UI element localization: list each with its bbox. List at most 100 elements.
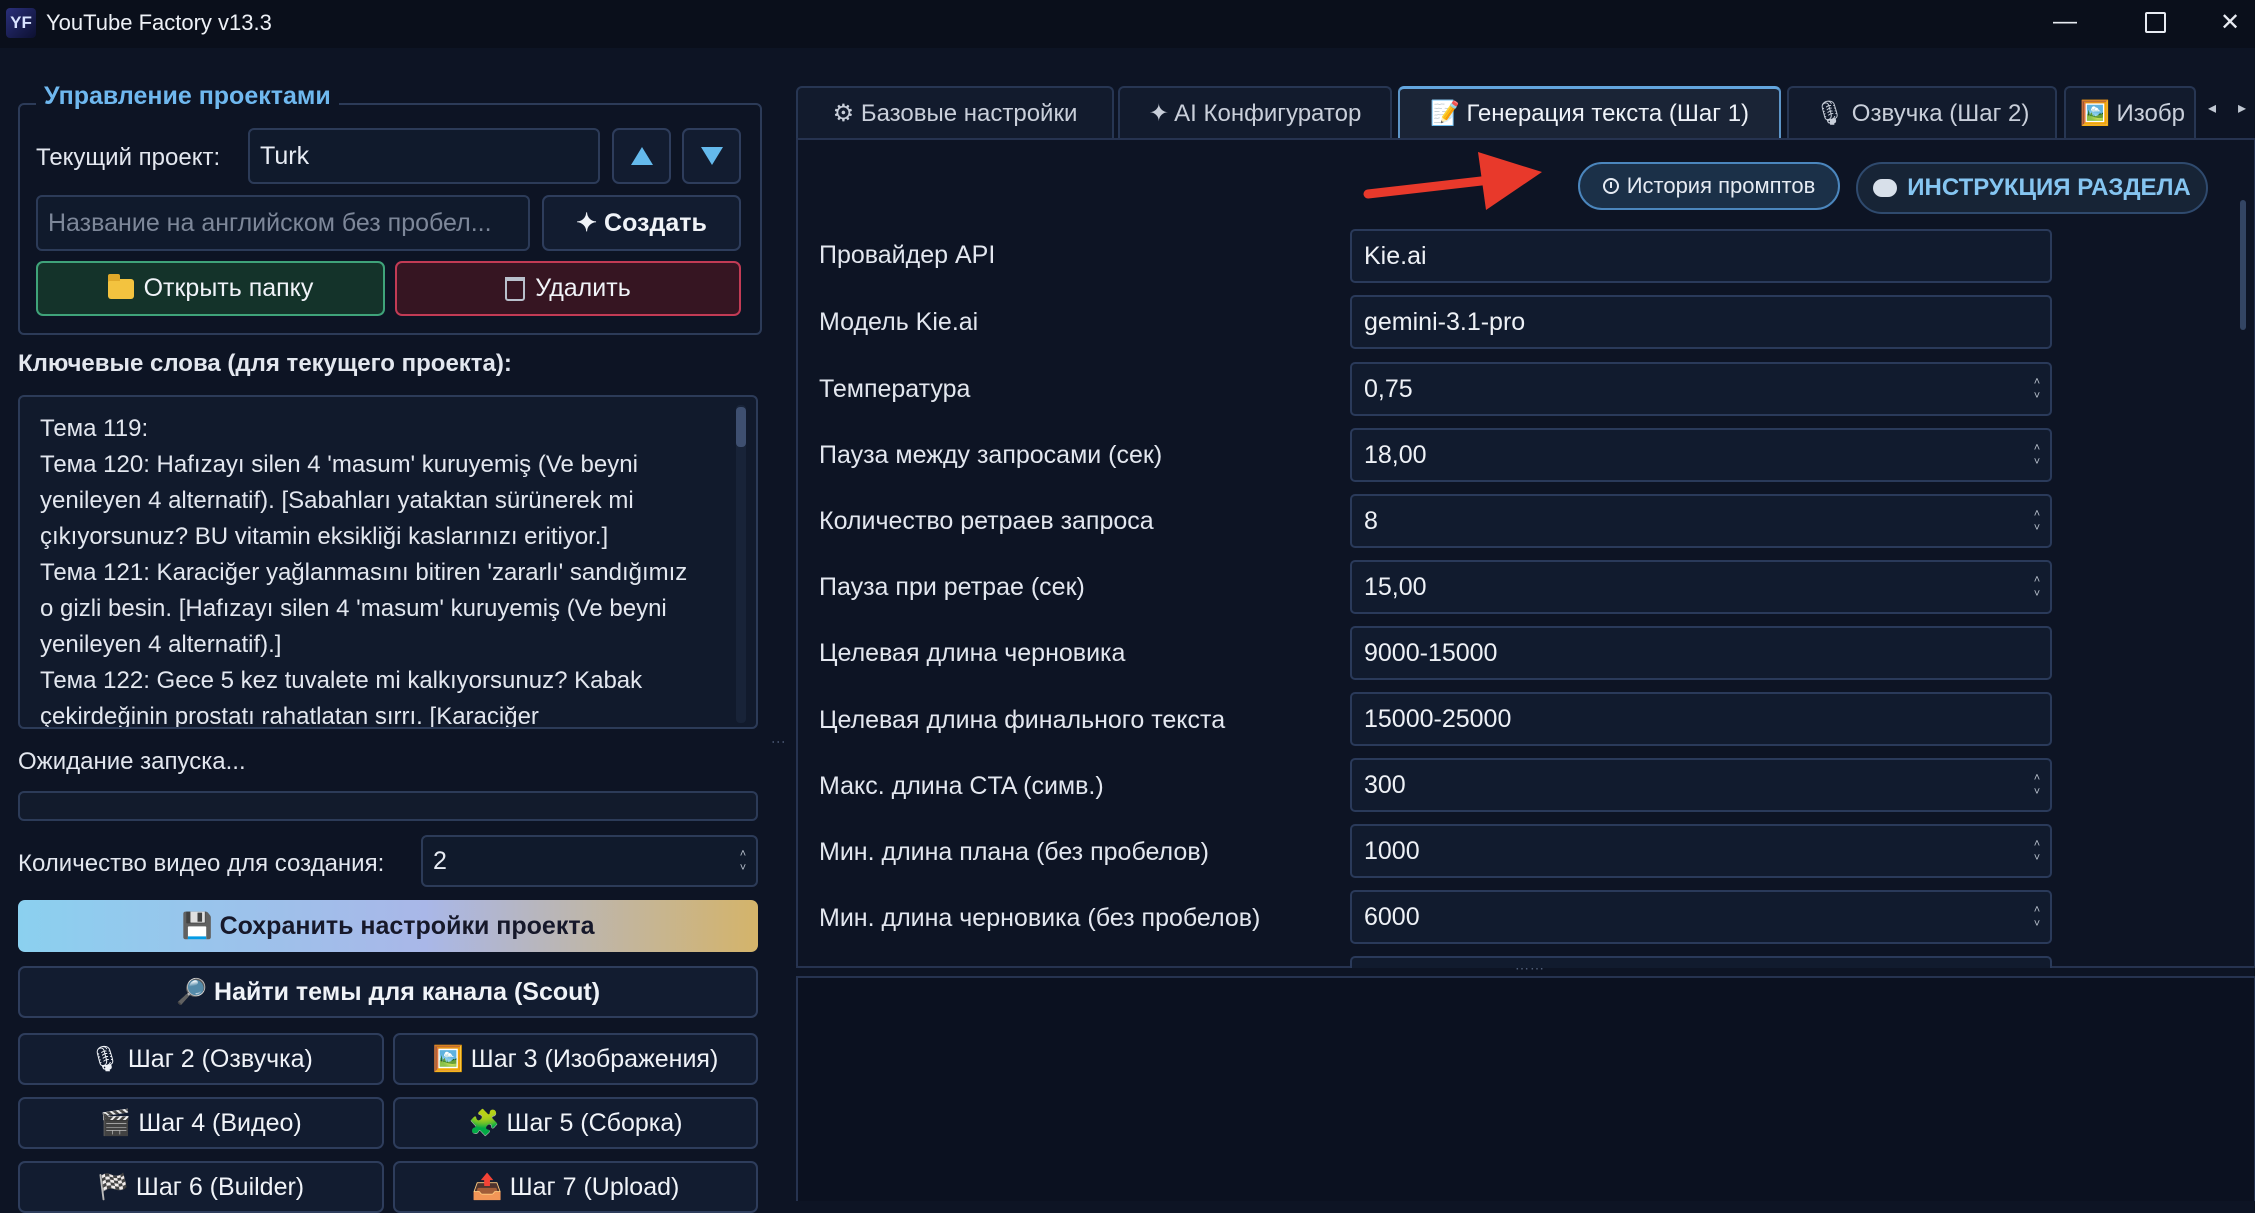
keyword-line: Тема 120: Hafızayı silen 4 'masum' kuruy… (40, 451, 638, 478)
draft-min-length-spinbox[interactable]: 6000 ˄ ˅ (1350, 890, 2052, 944)
log-output-pane[interactable] (796, 976, 2255, 1201)
new-project-name-input[interactable]: Название на английском без пробел... (36, 195, 530, 251)
provider-api-label: Провайдер API (819, 241, 996, 269)
current-project-select[interactable]: Turk (248, 128, 600, 184)
keyword-line: çekirdeğinin prostatı rahatlatan sırrı. … (40, 703, 539, 729)
spin-arrows-icon[interactable]: ˄ ˅ (2032, 832, 2042, 870)
delete-project-button[interactable]: Удалить (395, 261, 741, 316)
annotation-arrow-head (1478, 152, 1542, 210)
prompt-history-label: История промптов (1626, 173, 1816, 198)
draft-min-length-value: 6000 (1364, 902, 1420, 931)
cta-length-spinbox[interactable]: 300 ˄ ˅ (1350, 758, 2052, 812)
provider-api-select[interactable]: Kie.ai (1350, 229, 2052, 283)
move-project-down-button[interactable] (682, 128, 741, 184)
spin-arrows-icon[interactable]: ˄ ˅ (2032, 502, 2042, 540)
final-length-input[interactable]: 15000-25000 (1350, 692, 2052, 746)
keyword-line: Тема 119: (40, 415, 149, 442)
open-folder-button[interactable]: Открыть папку (36, 261, 385, 316)
vertical-splitter-handle[interactable]: ⋮ (771, 735, 787, 750)
scout-topics-button[interactable]: 🔎 Найти темы для канала (Scout) (18, 966, 758, 1018)
annotation-arrow (1363, 152, 1542, 210)
move-project-up-button[interactable] (612, 128, 671, 184)
current-project-label: Текущий проект: (36, 144, 221, 171)
annotation-arrow-shaft (1363, 175, 1495, 199)
create-project-button[interactable]: ✦ Создать (542, 195, 741, 251)
tab-images[interactable]: 🖼️ Изобр (2064, 86, 2196, 138)
save-project-settings-button[interactable]: 💾 Сохранить настройки проекта (18, 900, 758, 952)
keywords-textarea[interactable]: Тема 119: Тема 120: Hafızayı silen 4 'ma… (18, 395, 758, 729)
step7-upload-button[interactable]: 📤 Шаг 7 (Upload) (393, 1161, 758, 1213)
plan-min-length-value: 1000 (1364, 836, 1420, 865)
step5-assembly-button[interactable]: 🧩 Шаг 5 (Сборка) (393, 1097, 758, 1149)
prompt-history-button[interactable]: История промптов (1578, 162, 1840, 210)
spin-arrows-icon[interactable]: ˄ ˅ (2032, 568, 2042, 606)
open-folder-label: Открыть папку (143, 274, 314, 302)
tab-voice[interactable]: 🎙 Озвучка (Шаг 2) (1787, 86, 2057, 138)
video-count-label: Количество видео для создания: (18, 850, 385, 877)
spin-arrows-icon[interactable]: ˄ ˅ (2032, 370, 2042, 408)
video-count-value: 2 (433, 846, 447, 875)
maximize-button[interactable] (2120, 0, 2190, 44)
request-pause-spinbox[interactable]: 18,00 ˄ ˅ (1350, 428, 2052, 482)
minimize-button[interactable]: — (2030, 0, 2100, 44)
settings-scrollbar[interactable] (2240, 200, 2246, 330)
speech-bubble-icon (1873, 179, 1898, 197)
tab-basic-settings[interactable]: ⚙ Базовые настройки (796, 86, 1114, 138)
clock-icon (1602, 178, 1619, 194)
temperature-spinbox[interactable]: 0,75 ˄ ˅ (1350, 362, 2052, 416)
tab-bar: ⚙ Базовые настройки ✦ AI Конфигуратор 📝 … (796, 86, 2216, 140)
keyword-line: Тема 121: Karaciğer yağlanmasını bitiren… (40, 559, 688, 586)
keyword-line: o gizli besin. [Hafızayı silen 4 'masum'… (40, 595, 667, 622)
keyword-line: yenileyen 4 alternatif). [Sabahları yata… (40, 487, 634, 514)
step6-builder-button[interactable]: 🏁 Шаг 6 (Builder) (18, 1161, 384, 1213)
progress-bar (18, 791, 758, 821)
spin-arrows-icon[interactable]: ˄ ˅ (738, 843, 748, 879)
spin-arrows-icon[interactable]: ˄ ˅ (2032, 898, 2042, 936)
window-title: YouTube Factory v13.3 (46, 10, 272, 35)
tab-text-generation[interactable]: 📝 Генерация текста (Шаг 1) (1398, 86, 1781, 138)
retry-pause-label: Пауза при ретрае (сек) (819, 573, 1085, 601)
model-label: Модель Kie.ai (819, 308, 979, 336)
section-instructions-label: ИНСТРУКЦИЯ РАЗДЕЛА (1907, 174, 2191, 201)
project-management-title: Управление проектами (36, 82, 339, 111)
keywords-scrollbar-thumb[interactable] (736, 407, 746, 447)
keywords-title: Ключевые слова (для текущего проекта): (18, 350, 512, 377)
retry-pause-value: 15,00 (1364, 572, 1427, 601)
next-setting-field[interactable] (1350, 956, 2052, 968)
trash-icon (505, 276, 526, 301)
spin-arrows-icon[interactable]: ˄ ˅ (2032, 436, 2042, 474)
tab-scroll-right-icon[interactable]: ▸ (2238, 98, 2246, 118)
status-text: Ожидание запуска... (18, 748, 246, 775)
arrow-down-icon (700, 147, 723, 165)
step4-video-button[interactable]: 🎬 Шаг 4 (Видео) (18, 1097, 384, 1149)
tab-scroll-left-icon[interactable]: ◂ (2208, 98, 2216, 118)
draft-length-label: Целевая длина черновика (819, 639, 1126, 667)
title-bar: YF YouTube Factory v13.3 — ✕ (0, 0, 2255, 48)
horizontal-splitter-handle[interactable]: ⋯⋯ (1515, 960, 1545, 977)
video-count-spinbox[interactable]: 2 ˄ ˅ (421, 835, 758, 887)
retry-count-label: Количество ретраев запроса (819, 507, 1154, 535)
keywords-scrollbar[interactable] (736, 405, 746, 723)
draft-length-input[interactable]: 9000-15000 (1350, 626, 2052, 680)
step3-images-button[interactable]: 🖼️ Шаг 3 (Изображения) (393, 1033, 758, 1085)
retry-count-spinbox[interactable]: 8 ˄ ˅ (1350, 494, 2052, 548)
tab-ai-configurator[interactable]: ✦ AI Конфигуратор (1118, 86, 1392, 138)
retry-pause-spinbox[interactable]: 15,00 ˄ ˅ (1350, 560, 2052, 614)
keyword-line: çıkıyorsunuz? BU vitamin eksikliği kasla… (40, 523, 609, 550)
cta-length-value: 300 (1364, 770, 1406, 799)
app-logo-icon: YF (6, 8, 36, 38)
plan-min-length-label: Мин. длина плана (без пробелов) (819, 838, 1209, 866)
temperature-label: Температура (819, 375, 971, 403)
close-button[interactable]: ✕ (2200, 0, 2255, 44)
model-select[interactable]: gemini-3.1-pro (1350, 295, 2052, 349)
spin-arrows-icon[interactable]: ˄ ˅ (2032, 766, 2042, 804)
step2-voice-button[interactable]: 🎙 Шаг 2 (Озвучка) (18, 1033, 384, 1085)
delete-label: Удалить (535, 274, 631, 302)
folder-icon (107, 273, 134, 299)
temperature-value: 0,75 (1364, 374, 1413, 403)
section-instructions-button[interactable]: ИНСТРУКЦИЯ РАЗДЕЛА (1856, 162, 2208, 214)
maximize-icon (2144, 11, 2166, 33)
final-length-label: Целевая длина финального текста (819, 706, 1226, 734)
keyword-line: yenileyen 4 alternatif).] (40, 631, 282, 658)
plan-min-length-spinbox[interactable]: 1000 ˄ ˅ (1350, 824, 2052, 878)
